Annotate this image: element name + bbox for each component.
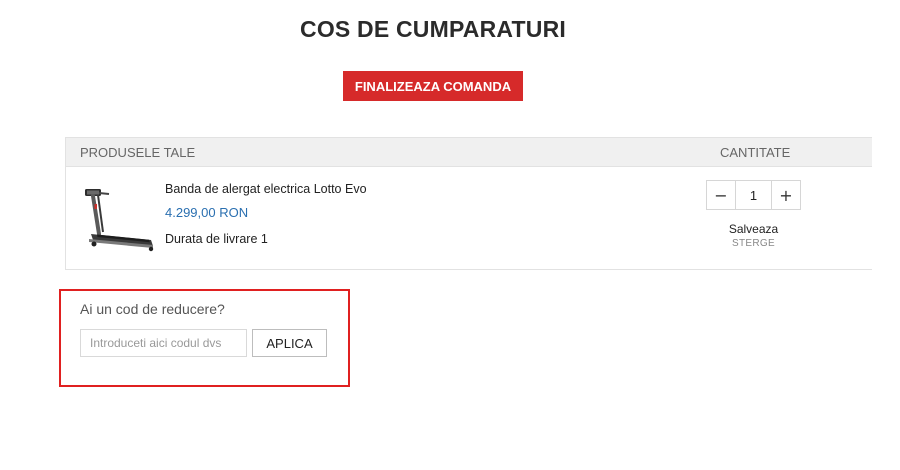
cart-table: PRODUSELE TALE CANTITATE Banda de alerga… xyxy=(65,137,872,270)
product-price: 4.299,00 RON xyxy=(165,205,249,220)
apply-discount-button[interactable]: APLICA xyxy=(252,329,327,357)
treadmill-image[interactable] xyxy=(81,182,157,254)
decrement-button[interactable]: − xyxy=(707,181,735,209)
delivery-time: Durata de livrare 1 xyxy=(165,232,268,246)
quantity-stepper: − 1 + xyxy=(706,180,801,210)
column-header-quantity: CANTITATE xyxy=(720,145,791,160)
checkout-button[interactable]: FINALIZEAZA COMANDA xyxy=(343,71,523,101)
increment-button[interactable]: + xyxy=(772,181,800,209)
quantity-value[interactable]: 1 xyxy=(735,181,772,209)
page-title: COS DE CUMPARATURI xyxy=(300,16,566,42)
remove-item-link[interactable]: STERGE xyxy=(706,238,801,249)
column-header-products: PRODUSELE TALE xyxy=(80,145,196,160)
cart-header: PRODUSELE TALE CANTITATE xyxy=(66,138,872,167)
save-for-later-link[interactable]: Salveaza xyxy=(706,222,801,236)
discount-title: Ai un cod de reducere? xyxy=(80,301,225,317)
product-name[interactable]: Banda de alergat electrica Lotto Evo xyxy=(165,182,367,196)
discount-code-section: Ai un cod de reducere? APLICA xyxy=(59,289,350,387)
discount-code-input[interactable] xyxy=(80,329,247,357)
